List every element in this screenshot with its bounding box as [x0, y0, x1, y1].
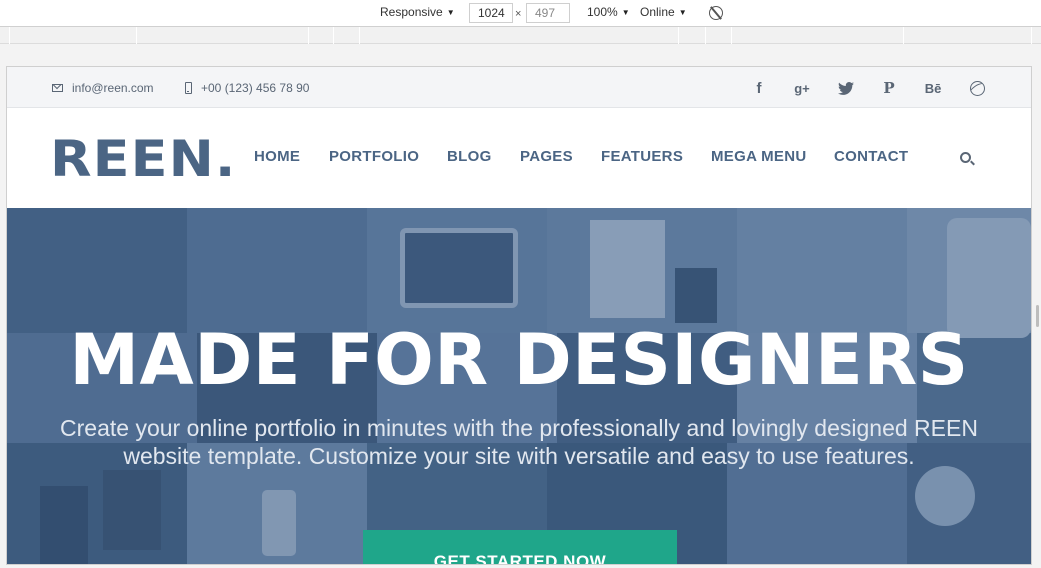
network-select[interactable]: Online ▼	[640, 5, 687, 19]
phone-link[interactable]: +00 (123) 456 78 90	[185, 81, 309, 95]
pinterest-icon[interactable]: P	[877, 78, 901, 98]
nav-item-contact[interactable]: CONTACT	[834, 148, 908, 165]
phone-text: +00 (123) 456 78 90	[201, 81, 310, 95]
resize-handle[interactable]	[1036, 305, 1039, 327]
get-started-button[interactable]: GET STARTED NOW	[363, 530, 677, 564]
width-input[interactable]: 1024	[469, 3, 513, 23]
phone-icon	[185, 82, 192, 94]
email-text: info@reen.com	[72, 81, 154, 95]
device-label: Responsive	[380, 5, 443, 19]
height-input[interactable]: 497	[526, 3, 570, 23]
ruler-segment[interactable]	[903, 27, 904, 44]
hero-section: MADE FOR DESIGNERS Create your online po…	[7, 208, 1031, 564]
site-logo[interactable]: REEN.	[50, 134, 236, 184]
nav-item-features[interactable]: FEATUERS	[601, 148, 683, 165]
ruler-segment[interactable]	[705, 27, 706, 44]
twitter-icon[interactable]	[834, 78, 858, 98]
ruler-segment[interactable]	[1031, 27, 1032, 44]
behance-icon[interactable]: Bē	[921, 78, 945, 98]
dribbble-glyph	[969, 80, 985, 96]
main-header: REEN. HOME PORTFOLIO BLOG PAGES FEATUERS…	[7, 108, 1031, 208]
nav-item-portfolio[interactable]: PORTFOLIO	[329, 148, 419, 165]
google-plus-icon[interactable]: g+	[790, 78, 814, 98]
ruler-segment[interactable]	[359, 27, 360, 44]
chevron-down-icon: ▼	[678, 7, 687, 17]
device-toolbar: Responsive ▼ 1024 × 497 100% ▼ Online ▼	[0, 0, 1041, 27]
ruler-segment[interactable]	[136, 27, 137, 44]
email-link[interactable]: info@reen.com	[52, 81, 154, 95]
media-query-ruler	[0, 27, 1041, 44]
dribbble-icon[interactable]	[965, 78, 989, 98]
nav-item-mega-menu[interactable]: MEGA MENU	[711, 148, 806, 165]
nav-item-blog[interactable]: BLOG	[447, 148, 492, 165]
chevron-down-icon: ▼	[621, 7, 630, 17]
rotate-icon[interactable]	[709, 6, 723, 20]
hero-subtitle: Create your online portfolio in minutes …	[60, 415, 978, 469]
page-viewport: info@reen.com +00 (123) 456 78 90 f g+ P…	[7, 67, 1031, 564]
nav-item-home[interactable]: HOME	[254, 148, 300, 165]
device-select[interactable]: Responsive ▼	[380, 5, 455, 19]
ruler-segment[interactable]	[308, 27, 309, 44]
network-label: Online	[640, 5, 675, 19]
hero-title: MADE FOR DESIGNERS	[69, 319, 969, 401]
search-icon[interactable]	[960, 152, 971, 163]
chevron-down-icon: ▼	[446, 7, 455, 17]
ruler-segment[interactable]	[678, 27, 679, 44]
ruler-segment[interactable]	[333, 27, 334, 44]
zoom-select[interactable]: 100% ▼	[587, 5, 630, 19]
ruler-segment[interactable]	[9, 27, 10, 44]
contact-bar: info@reen.com +00 (123) 456 78 90 f g+ P…	[7, 67, 1031, 108]
mail-icon	[52, 84, 63, 92]
facebook-icon[interactable]: f	[747, 78, 771, 98]
nav-item-pages[interactable]: PAGES	[520, 148, 573, 165]
dimension-separator: ×	[515, 8, 522, 20]
ruler-segment[interactable]	[731, 27, 732, 44]
zoom-label: 100%	[587, 5, 618, 19]
